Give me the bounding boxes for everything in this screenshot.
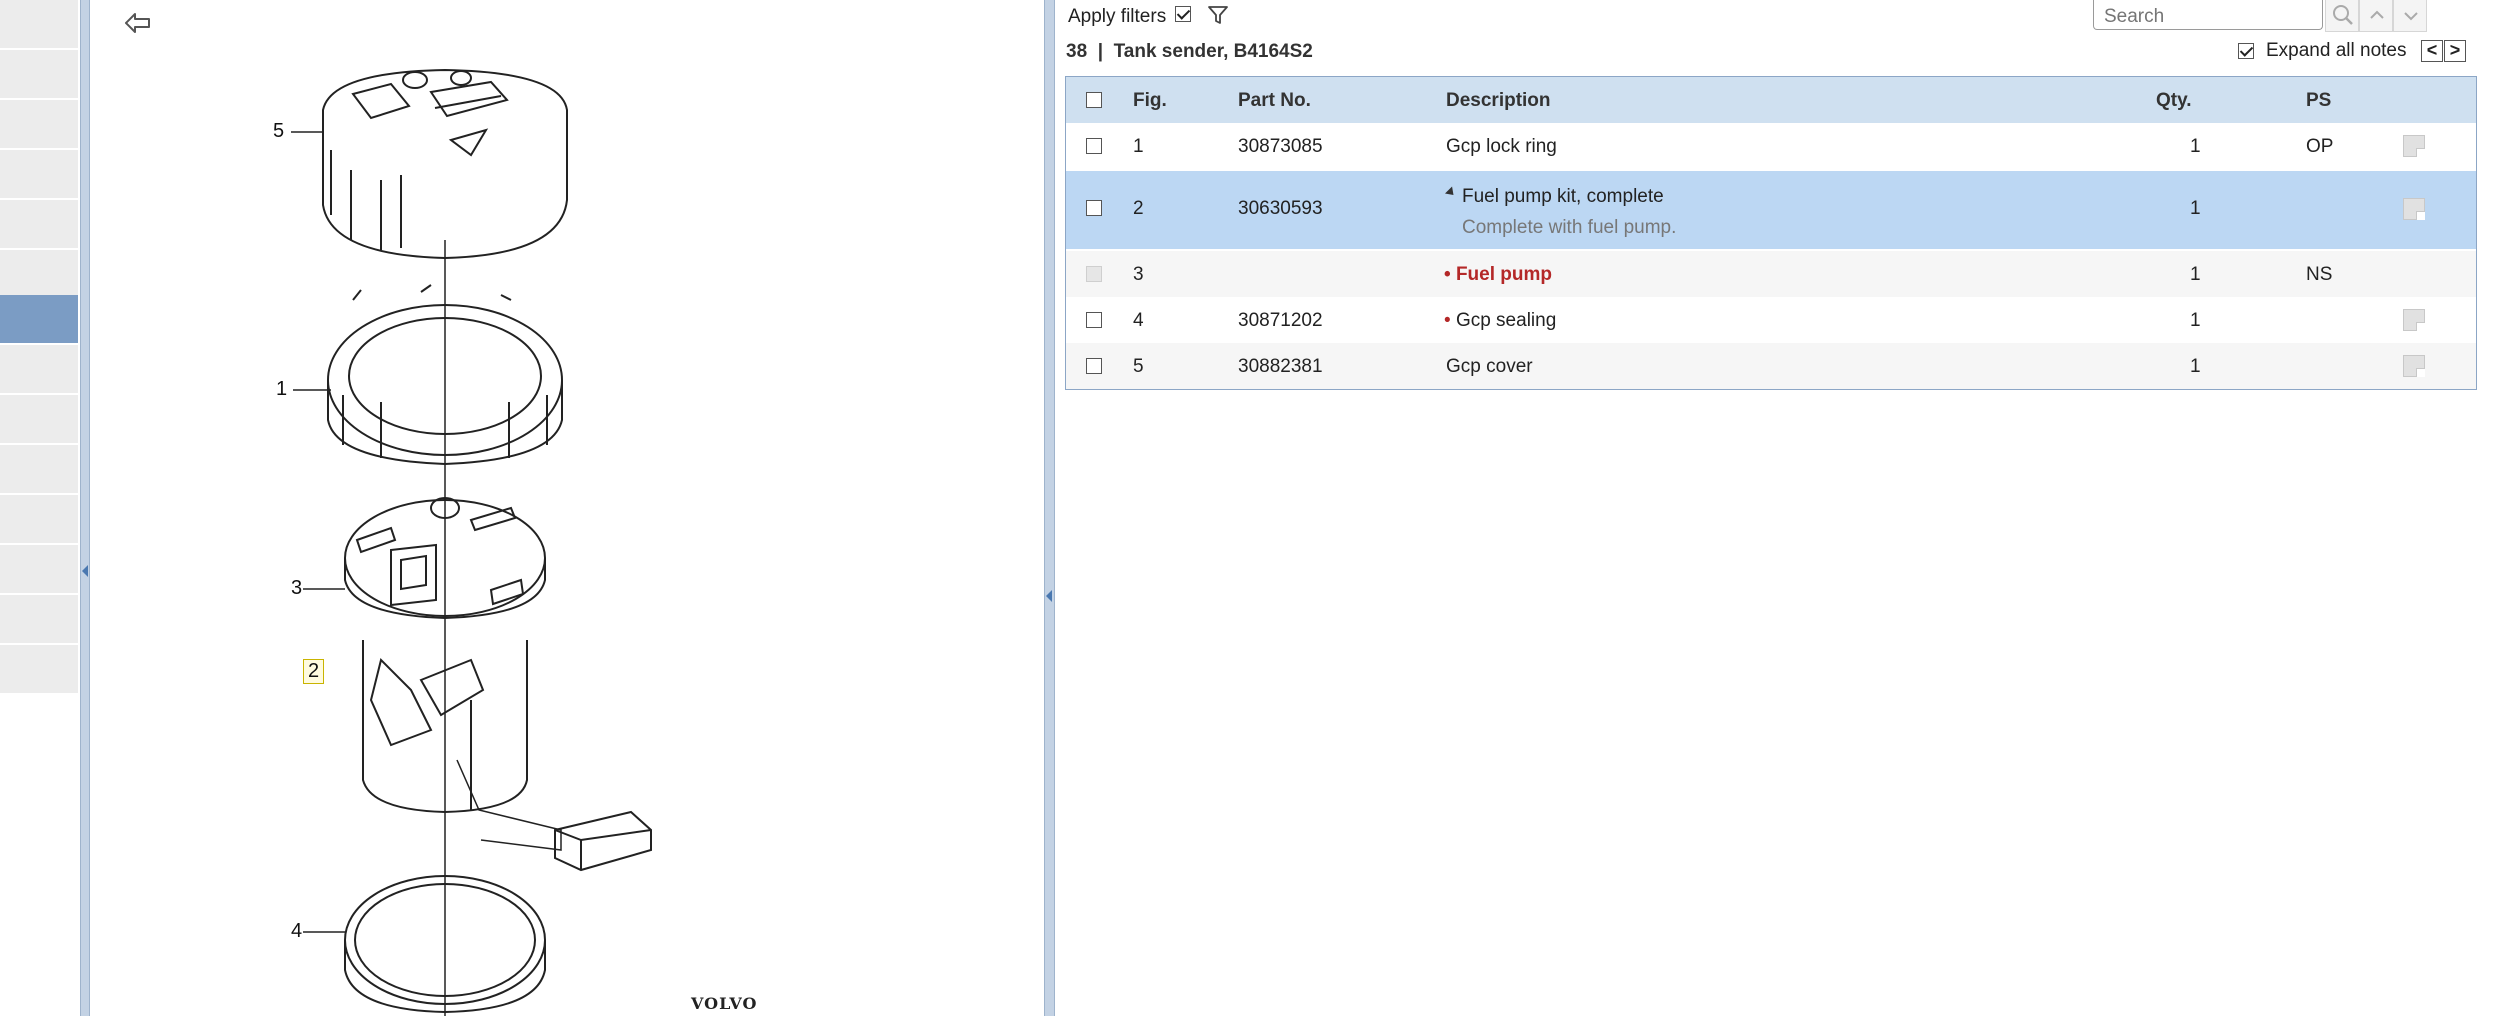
- expand-notes-checkbox[interactable]: [2238, 43, 2254, 59]
- nav-item[interactable]: [0, 200, 78, 250]
- row-checkbox[interactable]: [1086, 358, 1102, 374]
- group-title: Tank sender, B4164S2: [1113, 41, 1313, 62]
- collapse-right-icon[interactable]: [1046, 590, 1052, 602]
- fig-cell: 4: [1133, 310, 1144, 331]
- description-cell: Gcp lock ring: [1446, 136, 1557, 157]
- description-cell: • Gcp sealing: [1444, 310, 1557, 331]
- column-header-fig[interactable]: Fig.: [1133, 90, 1167, 112]
- nav-item[interactable]: [0, 0, 78, 50]
- column-header-ps[interactable]: PS: [2306, 90, 2331, 112]
- apply-filters-label: Apply filters: [1068, 6, 1167, 27]
- note-icon[interactable]: [2403, 309, 2425, 331]
- description-cell: • Fuel pump: [1444, 264, 1552, 285]
- table-header: Fig. Part No. Description Qty. PS: [1066, 77, 2476, 123]
- part-no-cell: 30871202: [1238, 310, 1323, 331]
- exploded-diagram: [291, 68, 652, 1016]
- center-splitter[interactable]: [1044, 0, 1055, 1016]
- row-checkbox[interactable]: [1086, 312, 1102, 328]
- collapse-left-icon[interactable]: [82, 565, 88, 577]
- row-checkbox-disabled: [1086, 266, 1102, 282]
- search-input[interactable]: [2093, 0, 2323, 30]
- note-icon[interactable]: [2403, 198, 2425, 220]
- left-splitter[interactable]: [80, 0, 90, 1016]
- note-icon[interactable]: [2403, 135, 2425, 157]
- description-note: Complete with fuel pump.: [1462, 217, 1677, 238]
- group-separator: |: [1097, 41, 1104, 62]
- description-cell: Fuel pump kit, complete: [1462, 186, 1664, 207]
- chevron-down-icon[interactable]: [2393, 0, 2427, 32]
- row-checkbox[interactable]: [1086, 200, 1102, 216]
- expand-triangle-icon[interactable]: [1444, 186, 1458, 199]
- nav-item[interactable]: [0, 595, 78, 645]
- nav-item[interactable]: [0, 395, 78, 445]
- column-header-qty[interactable]: Qty.: [2156, 90, 2192, 112]
- table-row-selected[interactable]: 2 30630593 Fuel pump kit, complete Compl…: [1066, 171, 2476, 249]
- nav-item[interactable]: [0, 50, 78, 100]
- callout-label[interactable]: 1: [276, 378, 287, 401]
- table-row[interactable]: 3 • Fuel pump 1 NS: [1066, 251, 2476, 297]
- select-all-checkbox[interactable]: [1086, 92, 1102, 108]
- bullet-icon: •: [1444, 264, 1451, 285]
- qty-cell: 1: [2190, 136, 2201, 157]
- callout-label[interactable]: 4: [291, 920, 302, 943]
- next-button[interactable]: >: [2444, 40, 2466, 62]
- nav-item[interactable]: [0, 445, 78, 495]
- parts-panel: Apply filters 38 | Tank sender, B4164S2 …: [1055, 0, 2500, 1016]
- nav-item[interactable]: [0, 645, 78, 695]
- back-arrow-icon[interactable]: [123, 10, 153, 36]
- nav-item[interactable]: [0, 100, 78, 150]
- group-heading: 38 | Tank sender, B4164S2: [1066, 41, 1313, 63]
- table-row[interactable]: 4 30871202 • Gcp sealing 1: [1066, 297, 2476, 343]
- part-no-cell: 30873085: [1238, 136, 1323, 157]
- fig-cell: 2: [1133, 198, 1144, 219]
- fig-cell: 3: [1133, 264, 1144, 285]
- nav-item-active[interactable]: [0, 295, 78, 345]
- column-header-description[interactable]: Description: [1446, 90, 1551, 112]
- qty-cell: 1: [2190, 310, 2201, 331]
- callout-label[interactable]: 3: [291, 577, 302, 600]
- qty-cell: 1: [2190, 356, 2201, 377]
- part-no-cell: 30882381: [1238, 356, 1323, 377]
- row-checkbox[interactable]: [1086, 138, 1102, 154]
- nav-item[interactable]: [0, 345, 78, 395]
- previous-button[interactable]: <: [2421, 40, 2443, 62]
- qty-cell: 1: [2190, 264, 2201, 285]
- left-navigation: [0, 0, 80, 1016]
- callout-label-highlighted[interactable]: 2: [303, 659, 325, 684]
- magnifier-icon[interactable]: [2325, 0, 2359, 32]
- volvo-logo: VOLVO: [691, 994, 758, 1013]
- group-number: 38: [1066, 41, 1088, 62]
- parts-table: Fig. Part No. Description Qty. PS 1 3087…: [1065, 76, 2477, 390]
- description-cell: Gcp cover: [1446, 356, 1533, 377]
- nav-item[interactable]: [0, 150, 78, 200]
- note-icon[interactable]: [2403, 355, 2425, 377]
- illustration-panel: 5 1 3 2 4 VOLVO: [91, 0, 1044, 1016]
- nav-item[interactable]: [0, 545, 78, 595]
- chevron-up-icon[interactable]: [2359, 0, 2393, 32]
- callout-label[interactable]: 5: [273, 120, 284, 143]
- table-row[interactable]: 1 30873085 Gcp lock ring 1 OP: [1066, 123, 2476, 169]
- qty-cell: 1: [2190, 198, 2201, 219]
- fig-cell: 1: [1133, 136, 1144, 157]
- table-row[interactable]: 5 30882381 Gcp cover 1: [1066, 343, 2476, 389]
- column-header-part-no[interactable]: Part No.: [1238, 90, 1311, 112]
- fig-cell: 5: [1133, 356, 1144, 377]
- funnel-icon[interactable]: [1207, 4, 1229, 26]
- ps-cell: NS: [2306, 264, 2333, 285]
- expand-notes-label: Expand all notes: [2266, 40, 2407, 61]
- apply-filters-checkbox[interactable]: [1175, 6, 1191, 22]
- nav-item[interactable]: [0, 250, 78, 300]
- part-no-cell: 30630593: [1238, 198, 1323, 219]
- bullet-icon: •: [1444, 310, 1451, 331]
- ps-cell: OP: [2306, 136, 2334, 157]
- nav-item[interactable]: [0, 495, 78, 545]
